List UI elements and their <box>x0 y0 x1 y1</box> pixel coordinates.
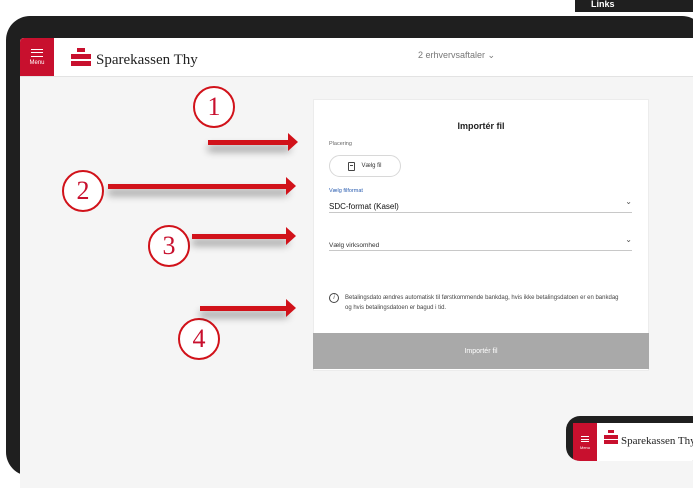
annotation-circle-1: 1 <box>193 86 235 128</box>
mini-menu-label: Menu <box>579 445 590 450</box>
location-label: Placering <box>329 141 352 147</box>
import-file-card: Importér fil Placering Vælg fil Vælg fil… <box>313 99 649 371</box>
company-select[interactable]: Vælg virksomhed ⌄ <box>329 234 632 251</box>
menu-button[interactable]: Menu <box>20 38 54 76</box>
card-title: Importér fil <box>457 121 505 131</box>
hamburger-icon <box>31 48 43 57</box>
info-notice: i Betalingsdato ændres automatisk til fø… <box>329 293 619 313</box>
chevron-down-icon: ⌄ <box>625 197 632 206</box>
info-text: Betalingsdato ændres automatisk til førs… <box>345 295 619 311</box>
annotation-circle-2: 2 <box>62 170 104 212</box>
mini-preview: Menu Sparekassen Thy <box>566 416 693 461</box>
device-frame: Menu Sparekassen Thy 2 erhvervsaftaler ⌄… <box>6 16 693 488</box>
mini-menu-button[interactable]: Menu <box>573 423 597 461</box>
mini-brand-name: Sparekassen Thy <box>621 435 693 447</box>
choose-file-label: Vælg fil <box>361 163 382 169</box>
agreements-selector[interactable]: 2 erhvervsaftaler ⌄ <box>418 50 495 61</box>
format-label: Vælg filformat <box>329 188 363 194</box>
chevron-down-icon: ⌄ <box>625 235 632 244</box>
links-tab[interactable]: Links <box>575 0 693 12</box>
sparekassen-logo-icon <box>71 48 91 66</box>
info-icon: i <box>329 293 339 303</box>
import-file-button[interactable]: Importér fil <box>313 333 649 369</box>
annotation-arrow-2 <box>108 177 296 195</box>
menu-label: Menu <box>29 59 45 66</box>
choose-file-button[interactable]: Vælg fil <box>329 155 401 177</box>
sparekassen-logo-icon <box>604 430 618 444</box>
annotation-circle-4: 4 <box>178 318 220 360</box>
annotation-arrow-4 <box>200 299 296 317</box>
annotation-arrow-3 <box>192 227 296 245</box>
brand-name: Sparekassen Thy <box>96 52 198 68</box>
file-format-select[interactable]: SDC-format (Kasel) ⌄ <box>329 196 632 213</box>
annotation-arrow-1 <box>208 133 298 151</box>
app-header: Menu Sparekassen Thy 2 erhvervsaftaler ⌄ <box>20 38 693 77</box>
file-format-value: SDC-format (Kasel) <box>329 202 399 211</box>
file-icon <box>348 161 356 171</box>
company-placeholder: Vælg virksomhed <box>329 242 380 249</box>
annotation-circle-3: 3 <box>148 225 190 267</box>
hamburger-icon <box>581 436 589 442</box>
